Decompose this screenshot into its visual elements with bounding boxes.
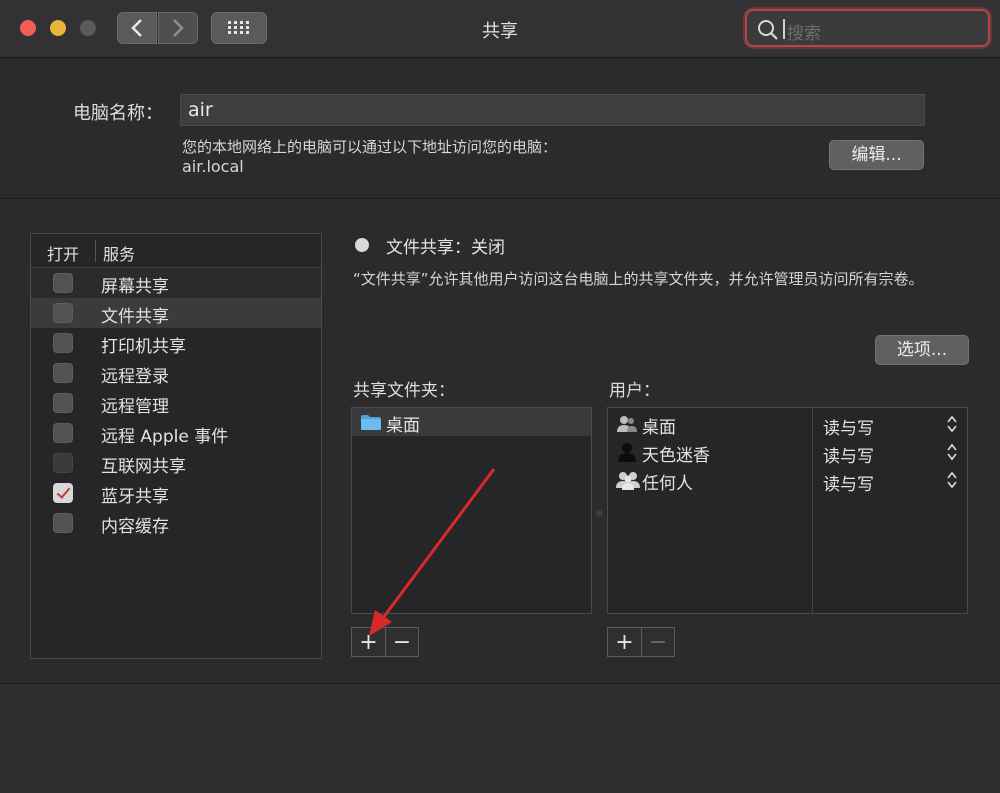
service-checkbox[interactable]: [53, 453, 73, 473]
add-user-button[interactable]: +: [608, 628, 641, 656]
search-icon: [758, 20, 778, 40]
service-label: 远程 Apple 事件: [101, 427, 229, 447]
user-row[interactable]: 天色迷香 读与写: [608, 438, 967, 467]
users-list[interactable]: 桌面 读与写 天色迷香 读与写 任何人 读与写: [607, 407, 968, 614]
service-checkbox[interactable]: [53, 333, 73, 353]
title-bar: 共享 搜索: [0, 0, 1000, 58]
service-checkbox[interactable]: [53, 513, 73, 533]
service-checkbox[interactable]: [53, 363, 73, 383]
user-row[interactable]: 桌面 读与写: [608, 410, 967, 439]
shared-folders-list[interactable]: 桌面: [351, 407, 592, 614]
service-row-remote-management[interactable]: 远程管理: [31, 388, 321, 418]
shared-folders-title: 共享文件夹：: [353, 381, 455, 401]
users-add-remove: + −: [607, 627, 675, 657]
folder-label: 桌面: [386, 416, 420, 436]
computer-name-label: 电脑名称：: [73, 103, 163, 124]
add-folder-button[interactable]: +: [352, 628, 385, 656]
stepper-icon[interactable]: [946, 470, 958, 490]
folders-add-remove: + −: [351, 627, 419, 657]
stepper-icon[interactable]: [946, 442, 958, 462]
service-row-remote-apple-events[interactable]: 远程 Apple 事件: [31, 418, 321, 448]
service-row-screen-sharing[interactable]: 屏幕共享: [31, 268, 321, 298]
service-label: 互联网共享: [101, 457, 186, 477]
user-permission[interactable]: 读与写: [823, 470, 874, 495]
edit-button[interactable]: 编辑...: [829, 140, 924, 170]
service-row-remote-login[interactable]: 远程登录: [31, 358, 321, 388]
user-name: 天色迷香: [642, 446, 710, 466]
user-icon: [618, 443, 636, 462]
service-checkbox[interactable]: [53, 483, 73, 503]
users-title: 用户：: [609, 381, 660, 401]
service-checkbox[interactable]: [53, 303, 73, 323]
computer-name-field[interactable]: air: [180, 94, 925, 126]
network-description: 您的本地网络上的电脑可以通过以下地址访问您的电脑：: [182, 138, 558, 156]
remove-folder-button[interactable]: −: [385, 628, 418, 656]
service-checkbox[interactable]: [53, 273, 73, 293]
folder-icon: [361, 415, 381, 430]
service-label: 打印机共享: [101, 337, 186, 357]
user-group-small-icon: [617, 416, 637, 432]
network-address: air.local: [182, 157, 244, 176]
service-label: 远程管理: [101, 397, 169, 417]
options-button[interactable]: 选项...: [875, 335, 969, 365]
column-on-header[interactable]: 打开: [47, 241, 79, 265]
bottom-bar: [0, 683, 1000, 793]
status-indicator: [355, 238, 369, 252]
file-sharing-status: 文件共享：关闭: [386, 238, 505, 258]
search-input[interactable]: 搜索: [745, 9, 990, 47]
service-row-internet-sharing[interactable]: 互联网共享: [31, 448, 321, 478]
user-permission[interactable]: 读与写: [823, 442, 874, 467]
user-row[interactable]: 任何人 读与写: [608, 466, 967, 495]
column-service-header[interactable]: 服务: [103, 241, 135, 265]
user-permission[interactable]: 读与写: [823, 414, 874, 439]
service-checkbox[interactable]: [53, 393, 73, 413]
service-label: 屏幕共享: [101, 277, 169, 297]
remove-user-button[interactable]: −: [641, 628, 674, 656]
text-caret: [783, 19, 785, 39]
user-name: 桌面: [642, 418, 676, 438]
column-separator: [95, 240, 96, 262]
search-placeholder: 搜索: [787, 24, 821, 44]
service-row-content-caching[interactable]: 内容缓存: [31, 508, 321, 538]
stepper-icon[interactable]: [946, 414, 958, 434]
service-row-printer-sharing[interactable]: 打印机共享: [31, 328, 321, 358]
group-icon: [616, 472, 640, 490]
services-list: 打开 服务 屏幕共享 文件共享 打印机共享 远程登录 远程管理 远程 Apple…: [30, 233, 322, 659]
section-divider: [0, 198, 1000, 199]
service-label: 文件共享: [101, 307, 169, 327]
service-checkbox[interactable]: [53, 423, 73, 443]
file-sharing-description: “文件共享”允许其他用户访问这台电脑上的共享文件夹，并允许管理员访问所有宗卷。: [353, 270, 924, 288]
service-label: 远程登录: [101, 367, 169, 387]
service-label: 内容缓存: [101, 517, 169, 537]
user-name: 任何人: [642, 474, 693, 494]
service-label: 蓝牙共享: [101, 487, 169, 507]
split-handle[interactable]: [596, 510, 603, 517]
service-row-file-sharing[interactable]: 文件共享: [31, 298, 321, 328]
folder-row[interactable]: 桌面: [352, 408, 591, 436]
service-row-bluetooth-sharing[interactable]: 蓝牙共享: [31, 478, 321, 508]
services-header: 打开 服务: [31, 234, 321, 268]
